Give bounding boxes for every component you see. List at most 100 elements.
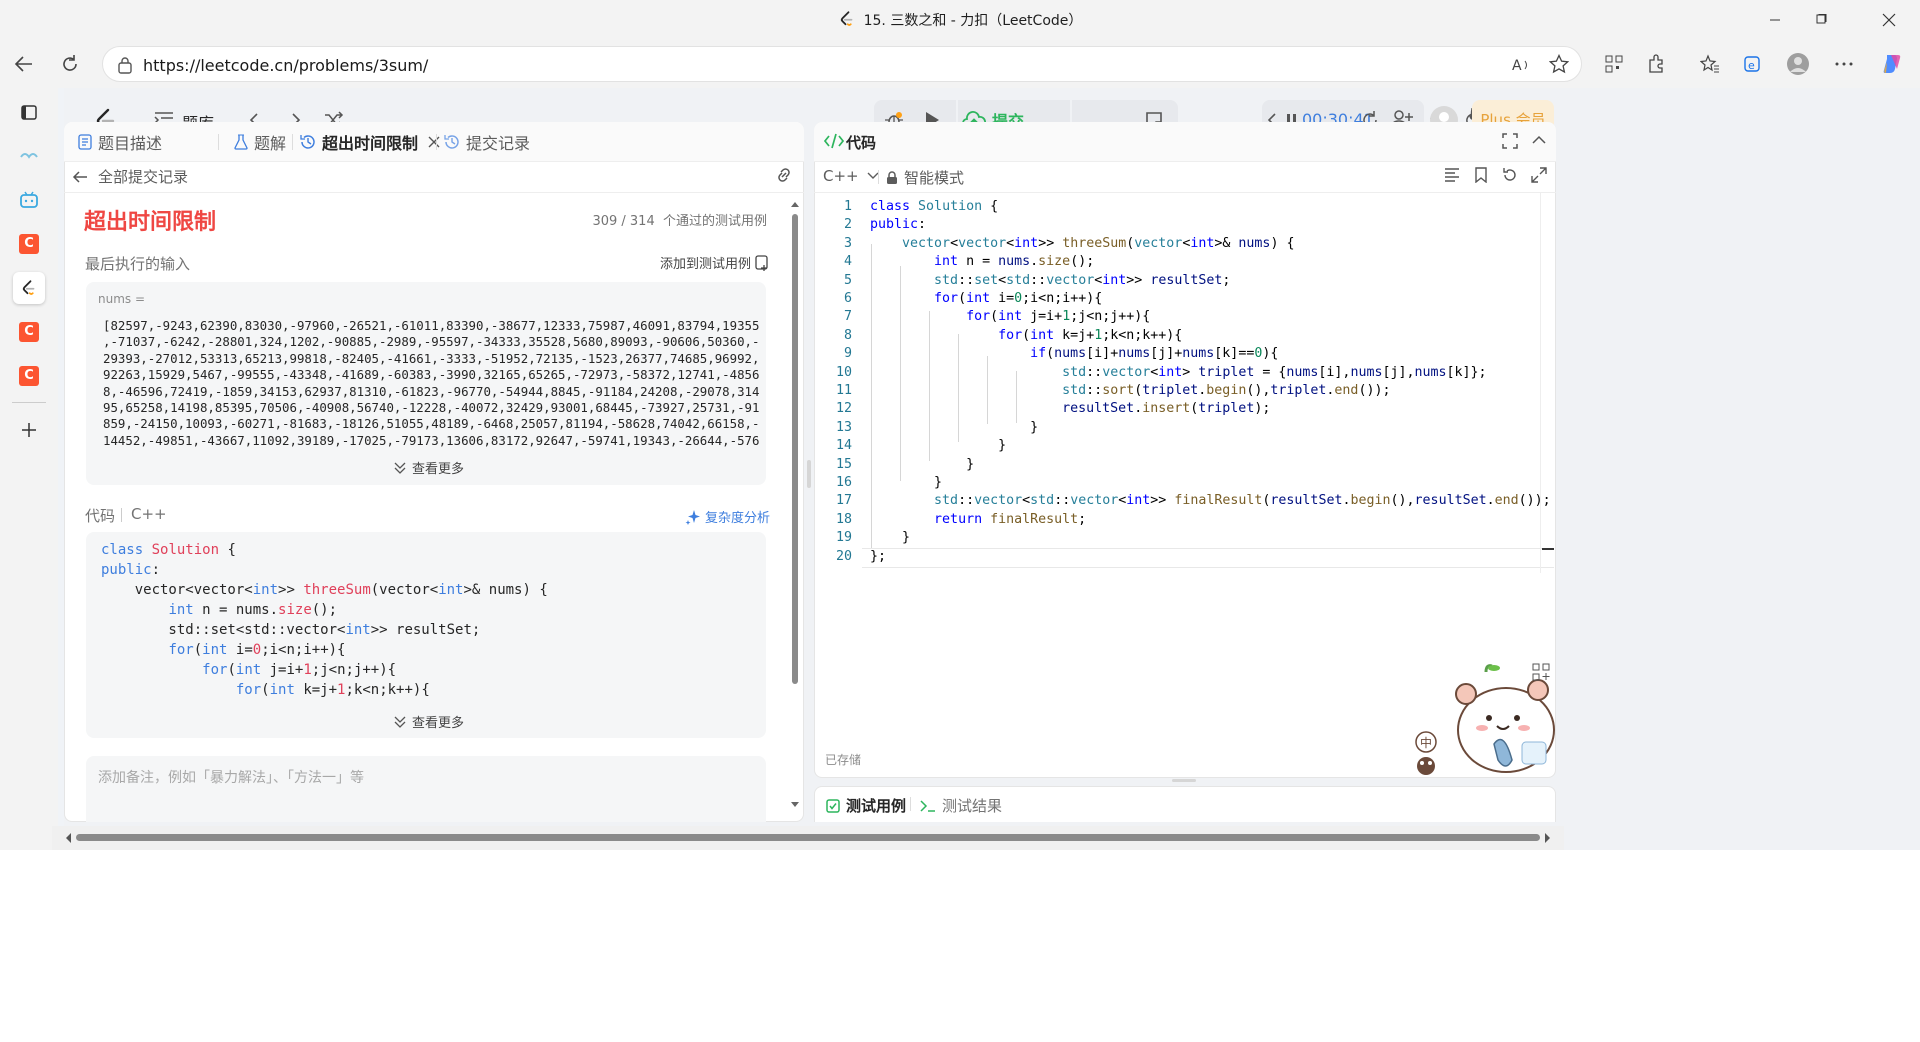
back-row-divider: [64, 192, 804, 193]
back-to-submissions[interactable]: 全部提交记录: [72, 166, 188, 187]
add-testcase-icon: [755, 254, 769, 271]
vertical-resize-handle[interactable]: [1172, 779, 1196, 782]
tab-actions-icon[interactable]: [13, 96, 45, 128]
window-title: 15. 三数之和 - 力扣（LeetCode）: [0, 10, 1920, 30]
chevrons-down-icon-2: [394, 716, 406, 728]
url-text[interactable]: https://leetcode.cn/problems/3sum/: [143, 56, 428, 75]
code-panel-title: 代码: [846, 134, 877, 152]
favorites-list-icon[interactable]: [1694, 48, 1726, 80]
smart-mode-label: 智能模式: [904, 169, 965, 187]
apps-grid-icon[interactable]: [1532, 663, 1550, 681]
complexity-analysis-button[interactable]: 复杂度分析: [685, 507, 770, 526]
preview-code-line: vector<vector<int>> threeSum(vector<int>…: [101, 582, 548, 598]
read-aloud-icon[interactable]: A: [1511, 55, 1531, 75]
line-number: 20: [835, 548, 852, 564]
indent-guide: [871, 244, 872, 549]
bookmark-icon[interactable]: [1474, 167, 1488, 183]
tab-test-result-label: 测试结果: [942, 797, 1003, 815]
input-var-label: nums =: [98, 292, 146, 306]
code-see-more-button[interactable]: 查看更多: [394, 712, 464, 731]
window-titlebar: 15. 三数之和 - 力扣（LeetCode）: [0, 0, 1920, 40]
extensions-icon[interactable]: [1640, 48, 1672, 80]
complexity-label: 复杂度分析: [705, 511, 771, 526]
line-number: 10: [835, 364, 852, 380]
expand-editor-icon[interactable]: [1531, 167, 1547, 183]
leetcode-favicon-icon: [838, 10, 856, 28]
tab-description[interactable]: 题目描述: [78, 122, 162, 162]
editor-scroll-track[interactable]: [1540, 193, 1541, 573]
history-icon: [300, 134, 316, 150]
history-icon-2: [444, 134, 460, 150]
fullscreen-icon[interactable]: [1502, 133, 1518, 149]
code-section-label: 代码: [85, 507, 116, 525]
sparkle-icon: [685, 509, 701, 525]
csdn-icon-1[interactable]: C: [13, 228, 45, 260]
add-to-testcase-button[interactable]: 添加到测试用例: [660, 253, 769, 272]
minimize-button[interactable]: [1752, 0, 1798, 40]
description-icon: [78, 134, 92, 150]
last-input-label: 最后执行的输入: [85, 255, 191, 273]
page-below-area: [0, 850, 1920, 1042]
tab-divider-2: [292, 134, 293, 150]
left-panel-scrollbar[interactable]: [790, 200, 800, 816]
csdn-icon-2[interactable]: C: [13, 316, 45, 348]
line-number: 3: [843, 235, 852, 251]
leetcode-sidebar-icon[interactable]: [13, 272, 45, 304]
close-window-button[interactable]: [1866, 0, 1912, 40]
tab-tle-result[interactable]: 超出时间限制: [300, 122, 440, 162]
collapse-panel-icon[interactable]: [1532, 135, 1546, 145]
line-number: 13: [835, 419, 852, 435]
preview-code-line: for(int i=0;i<n;i++){: [168, 642, 346, 658]
sidebar-app-1-icon[interactable]: [13, 140, 45, 172]
format-code-icon[interactable]: [1444, 168, 1460, 182]
address-bar[interactable]: https://leetcode.cn/problems/3sum/ A: [102, 46, 1582, 82]
collections-icon[interactable]: e: [1736, 48, 1768, 80]
close-tab-icon[interactable]: [428, 136, 440, 148]
preview-code-line: class Solution {: [101, 542, 236, 558]
tab-test-result[interactable]: 测试结果: [920, 795, 1002, 816]
code-brackets-icon: [824, 133, 844, 149]
reset-code-icon[interactable]: [1502, 167, 1518, 183]
tab-description-label: 题目描述: [98, 134, 163, 153]
tab-submissions[interactable]: 提交记录: [444, 122, 530, 162]
qr-code-icon[interactable]: [1598, 48, 1630, 80]
smart-mode-toggle[interactable]: 智能模式: [886, 167, 964, 188]
bottom-tab-divider: [910, 797, 911, 811]
lock-icon[interactable]: [117, 56, 133, 74]
line-number: 9: [843, 346, 852, 362]
maximize-button[interactable]: [1798, 0, 1844, 40]
window-title-text: 15. 三数之和 - 力扣（LeetCode）: [863, 13, 1083, 29]
tab-divider: [218, 134, 219, 150]
browser-toolbar: https://leetcode.cn/problems/3sum/ A e: [0, 40, 1920, 88]
preview-code-line: std::set<std::vector<int>> resultSet;: [101, 622, 481, 638]
share-link-icon[interactable]: [774, 166, 794, 184]
arrow-left-icon: [72, 170, 88, 184]
tab-solutions[interactable]: 题解: [234, 122, 286, 162]
code-editor[interactable]: 1 2 3 4 5 6 7 8 9 10 11 12 13 14 15 16 17 18 19 20 class So…: [814, 199, 1554, 579]
bilibili-icon[interactable]: [13, 184, 45, 216]
line-number: 6: [843, 291, 852, 306]
preview-code-line: public:: [101, 562, 161, 578]
page-horizontal-scrollbar[interactable]: [52, 826, 1564, 850]
input-see-more-button[interactable]: 查看更多: [394, 458, 464, 477]
add-sidebar-app-icon[interactable]: [13, 414, 45, 446]
indent-guide-2: [900, 266, 901, 481]
refresh-icon[interactable]: [54, 48, 86, 80]
csdn-icon-3[interactable]: C: [13, 360, 45, 392]
copilot-icon[interactable]: [1876, 48, 1908, 80]
indent-guide-6: [1016, 371, 1017, 423]
tab-divider-3: [436, 134, 437, 150]
tab-testcase[interactable]: 测试用例: [826, 795, 906, 816]
note-textarea[interactable]: 添加备注，例如「暴力解法」、「方法一」等: [86, 756, 766, 822]
svg-text:A: A: [1512, 58, 1522, 74]
line-number: 18: [835, 511, 852, 527]
back-arrow-icon[interactable]: [8, 48, 40, 80]
tab-tle-label: 超出时间限制: [322, 134, 419, 153]
preview-code-line: int n = nums.size();: [168, 602, 338, 618]
favorite-star-icon[interactable]: [1549, 54, 1569, 74]
language-select[interactable]: C++: [823, 167, 879, 185]
more-menu-icon[interactable]: [1828, 48, 1860, 80]
svg-text:中: 中: [1420, 735, 1432, 750]
profile-avatar-icon[interactable]: [1782, 48, 1814, 80]
checkbox-icon: [826, 798, 840, 813]
